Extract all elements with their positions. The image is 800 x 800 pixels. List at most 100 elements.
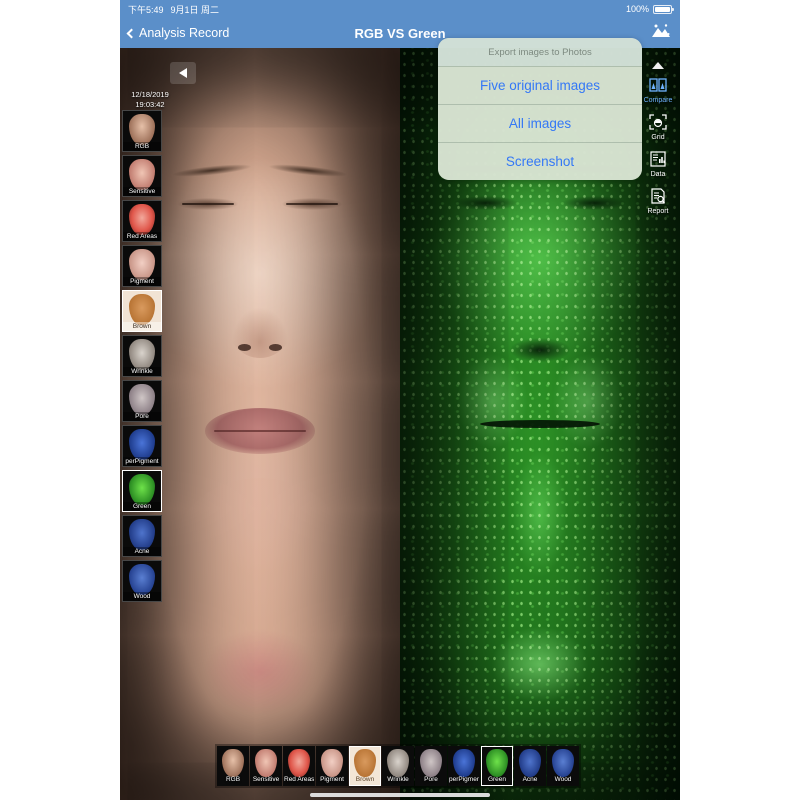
filmstrip-mode-green[interactable]: Green <box>481 746 513 786</box>
filmstrip-mode-wrinkle[interactable]: Wrinkle <box>382 746 414 786</box>
tool-button-report[interactable]: Report <box>639 185 677 217</box>
thumbnail-label: Wood <box>548 775 578 785</box>
sidebar-mode-sensitive[interactable]: Sensitive <box>122 155 162 197</box>
tool-label-compare: Compare <box>644 96 673 106</box>
filmstrip-mode-sensitive[interactable]: Sensitive <box>250 746 282 786</box>
filmstrip-mode-perpigment[interactable]: perPigment <box>448 746 480 786</box>
thumbnail-face-image <box>129 429 155 460</box>
back-button[interactable]: Analysis Record <box>128 26 229 40</box>
thumbnail-face-image <box>129 564 155 595</box>
thumbnail-label: Wrinkle <box>123 367 161 376</box>
thumbnail-label: Wrinkle <box>383 775 413 785</box>
grid-icon <box>647 111 669 133</box>
tool-button-data[interactable]: Data <box>639 148 677 180</box>
thumbnail-label: Green <box>123 502 161 511</box>
filmstrip-mode-rgb[interactable]: RGB <box>217 746 249 786</box>
action-sheet-option-five-original-images[interactable]: Five original images <box>438 66 642 104</box>
thumbnail-label: Acne <box>515 775 545 785</box>
thumbnail-face-image <box>129 114 155 145</box>
thumbnail-label: Red Areas <box>284 775 314 785</box>
thumbnail-label: RGB <box>123 142 161 151</box>
action-sheet-option-screenshot[interactable]: Screenshot <box>438 142 642 180</box>
status-bar: 下午5:49 9月1日 周二 100% <box>120 0 680 18</box>
battery-full-icon <box>653 5 672 14</box>
thumbnail-face-image <box>255 749 277 777</box>
tool-label-data: Data <box>651 170 666 180</box>
thumbnail-label: Brown <box>350 775 380 785</box>
home-indicator <box>310 793 490 797</box>
thumbnail-face-image <box>387 749 409 777</box>
thumbnail-face-image <box>486 749 508 777</box>
thumbnail-face-image <box>129 294 155 325</box>
thumbnail-label: Wood <box>123 592 161 601</box>
back-button-label: Analysis Record <box>139 26 229 40</box>
capture-time: 19:03:42 <box>126 100 174 110</box>
sidebar-mode-perpigment[interactable]: perPigment <box>122 425 162 467</box>
thumbnail-face-image <box>129 249 155 280</box>
thumbnail-label: Red Areas <box>123 232 161 241</box>
thumbnail-label: RGB <box>218 775 248 785</box>
action-sheet-title: Export images to Photos <box>438 38 642 66</box>
sidebar-mode-pore[interactable]: Pore <box>122 380 162 422</box>
status-time: 下午5:49 <box>128 3 164 16</box>
thumbnail-label: Green <box>482 775 512 785</box>
tool-button-compare[interactable]: Compare <box>639 74 677 106</box>
filmstrip-mode-red-areas[interactable]: Red Areas <box>283 746 315 786</box>
thumbnail-face-image <box>288 749 310 777</box>
photos-export-glyph <box>650 22 672 40</box>
filmstrip-mode-brown[interactable]: Brown <box>349 746 381 786</box>
tool-label-grid: Grid <box>651 133 664 143</box>
thumbnail-face-image <box>129 474 155 505</box>
mode-filmstrip: RGBSensitiveRed AreasPigmentBrownWrinkle… <box>215 744 581 788</box>
battery-percent-label: 100% <box>626 4 649 14</box>
thumbnail-label: perPigment <box>449 775 479 785</box>
thumbnail-label: Acne <box>123 547 161 556</box>
thumbnail-label: Pore <box>416 775 446 785</box>
thumbnail-face-image <box>222 749 244 777</box>
sidebar-mode-rgb[interactable]: RGB <box>122 110 162 152</box>
filmstrip-mode-pore[interactable]: Pore <box>415 746 447 786</box>
capture-date: 12/18/2019 <box>126 90 174 100</box>
thumbnail-face-image <box>129 384 155 415</box>
thumbnail-face-image <box>354 749 376 777</box>
capture-timestamp: 12/18/2019 19:03:42 <box>126 90 174 110</box>
tool-button-grid[interactable]: Grid <box>639 111 677 143</box>
collapse-sidebar-button[interactable] <box>170 62 196 84</box>
tool-label-report: Report <box>647 207 668 217</box>
photos-export-icon[interactable] <box>650 22 672 45</box>
filmstrip-mode-wood[interactable]: Wood <box>547 746 579 786</box>
thumbnail-face-image <box>321 749 343 777</box>
thumbnail-face-image <box>519 749 541 777</box>
filmstrip-mode-acne[interactable]: Acne <box>514 746 546 786</box>
thumbnail-label: Pigment <box>123 277 161 286</box>
triangle-up-icon[interactable] <box>652 62 664 69</box>
thumbnail-label: Pore <box>123 412 161 421</box>
mode-sidebar: RGB Sensitive Red Areas Pigment Brown Wrinkle… <box>122 110 164 602</box>
sidebar-mode-wrinkle[interactable]: Wrinkle <box>122 335 162 377</box>
compare-icon <box>647 74 669 96</box>
sidebar-mode-red-areas[interactable]: Red Areas <box>122 200 162 242</box>
triangle-left-icon <box>179 68 187 78</box>
status-bar-left: 下午5:49 9月1日 周二 <box>128 3 219 16</box>
tool-rail: Compare Grid <box>638 62 678 217</box>
thumbnail-face-image <box>552 749 574 777</box>
sidebar-mode-pigment[interactable]: Pigment <box>122 245 162 287</box>
action-sheet-option-all-images[interactable]: All images <box>438 104 642 142</box>
thumbnail-face-image <box>129 519 155 550</box>
thumbnail-label: perPigment <box>123 457 161 466</box>
export-action-sheet: Export images to Photos Five original im… <box>438 38 642 180</box>
sidebar-mode-acne[interactable]: Acne <box>122 515 162 557</box>
chevron-left-icon <box>127 28 137 38</box>
sidebar-mode-wood[interactable]: Wood <box>122 560 162 602</box>
thumbnail-face-image <box>453 749 475 777</box>
status-bar-right: 100% <box>626 4 672 14</box>
filmstrip-mode-pigment[interactable]: Pigment <box>316 746 348 786</box>
thumbnail-face-image <box>129 339 155 370</box>
status-date: 9月1日 周二 <box>171 3 220 16</box>
thumbnail-label: Brown <box>123 322 161 331</box>
thumbnail-label: Sensitive <box>251 775 281 785</box>
sidebar-mode-brown[interactable]: Brown <box>122 290 162 332</box>
sidebar-mode-green[interactable]: Green <box>122 470 162 512</box>
thumbnail-face-image <box>420 749 442 777</box>
thumbnail-label: Sensitive <box>123 187 161 196</box>
